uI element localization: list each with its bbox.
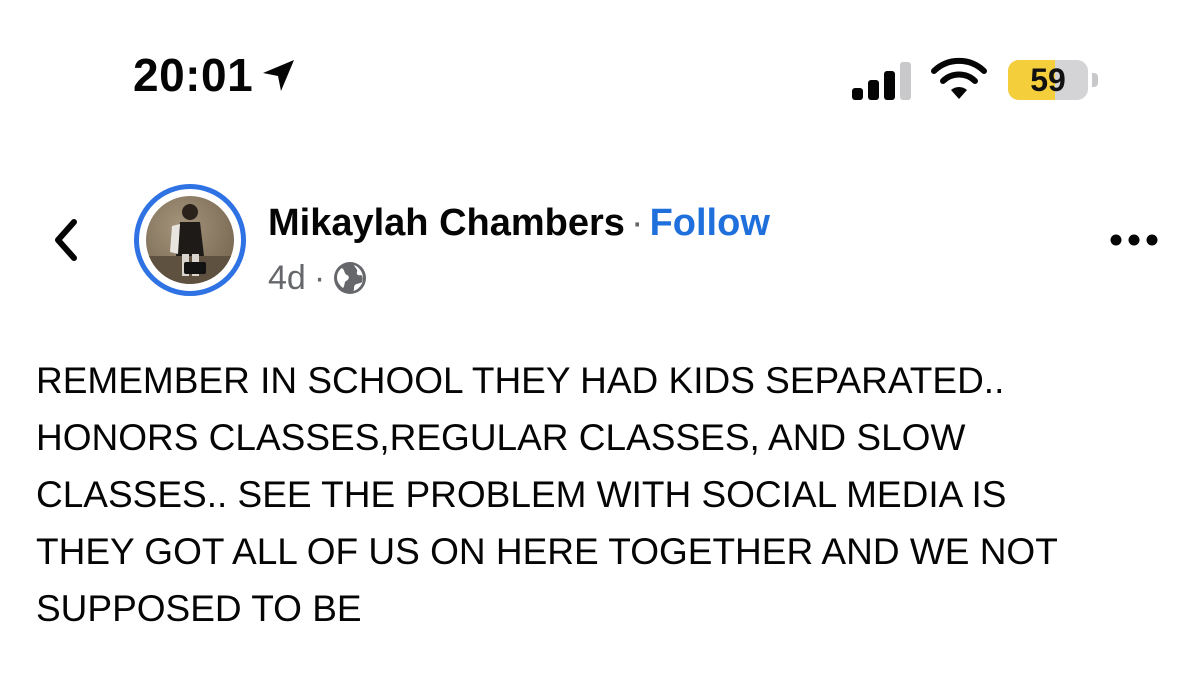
post-text-line: SUPPOSED TO BE <box>36 588 362 629</box>
name-separator: · <box>630 202 644 244</box>
post-text-line: REMEMBER IN SCHOOL THEY HAD KIDS SEPARAT… <box>36 360 1005 401</box>
location-arrow-icon <box>259 55 299 95</box>
status-bar: 20:01 59 <box>0 0 1200 140</box>
globe-icon <box>333 261 367 295</box>
post-text: REMEMBER IN SCHOOL THEY HAD KIDS SEPARAT… <box>36 352 1176 637</box>
post-meta: 4d · <box>268 256 367 300</box>
battery-icon: 59 <box>1008 60 1100 100</box>
follow-button[interactable]: Follow <box>650 202 770 244</box>
more-options-icon[interactable] <box>1108 228 1160 252</box>
avatar[interactable] <box>146 196 234 284</box>
battery-body: 59 <box>1008 60 1088 100</box>
post-text-line: HONORS CLASSES,REGULAR CLASSES, AND SLOW <box>36 417 966 458</box>
wifi-icon <box>930 57 988 101</box>
post-text-line: THEY GOT ALL OF US ON HERE TOGETHER AND … <box>36 531 1058 572</box>
author-name[interactable]: Mikaylah Chambers <box>268 202 625 244</box>
clock-group: 20:01 <box>133 52 299 98</box>
battery-level: 59 <box>1030 62 1066 98</box>
battery-cap <box>1092 73 1098 87</box>
post-age[interactable]: 4d <box>268 256 306 300</box>
avatar-story-ring[interactable] <box>134 184 246 296</box>
cellular-signal-icon <box>852 60 914 102</box>
author-line: Mikaylah Chambers · Follow <box>268 200 770 246</box>
post-text-line: CLASSES.. SEE THE PROBLEM WITH SOCIAL ME… <box>36 474 1007 515</box>
chevron-left-icon[interactable] <box>48 216 84 264</box>
meta-separator: · <box>313 259 326 297</box>
status-time: 20:01 <box>133 49 254 101</box>
